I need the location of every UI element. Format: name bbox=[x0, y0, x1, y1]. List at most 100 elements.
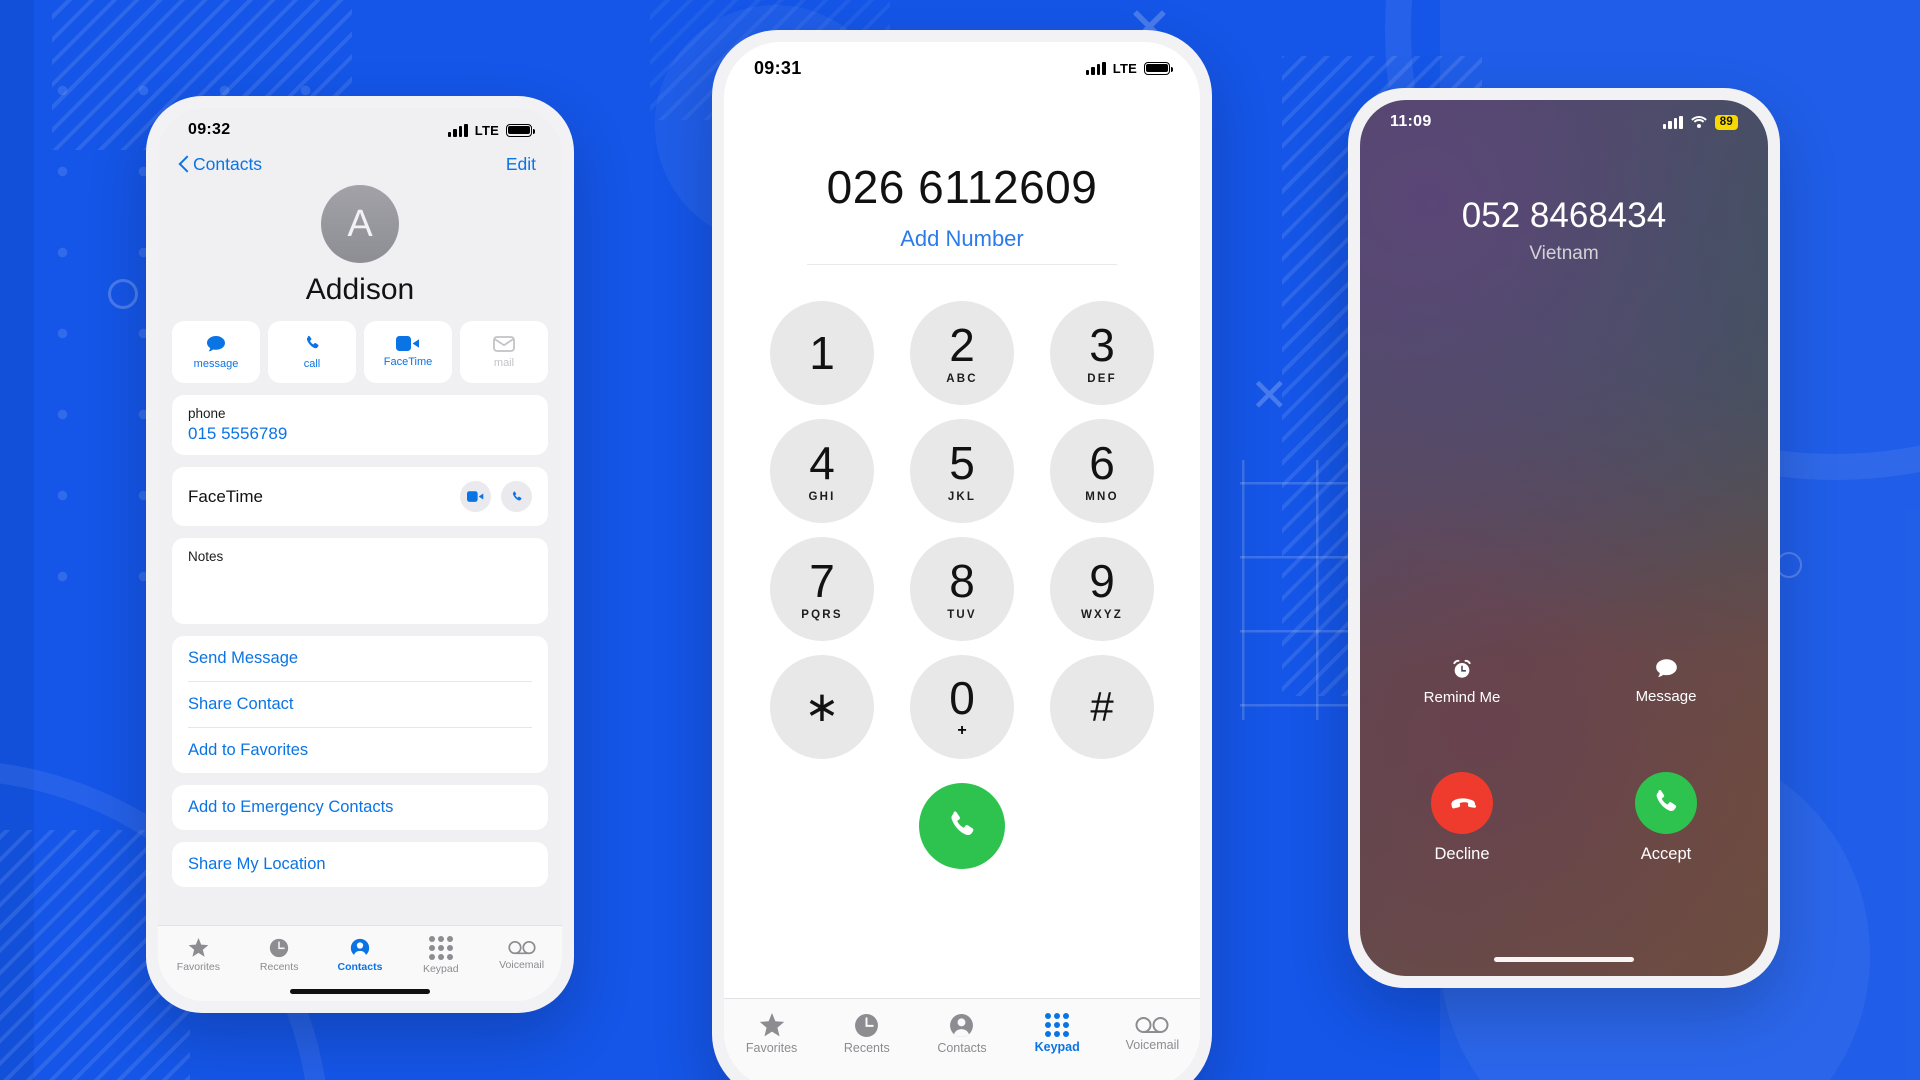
key-letters: TUV bbox=[947, 608, 977, 621]
send-message-link[interactable]: Send Message bbox=[188, 636, 532, 682]
add-to-favorites-link[interactable]: Add to Favorites bbox=[188, 728, 532, 773]
tab-label: Voicemail bbox=[1125, 1037, 1180, 1052]
phone-incoming-call: 11:09 89 052 8468434 Vietnam Remind Me M… bbox=[1348, 88, 1780, 988]
bg-ring-left bbox=[108, 279, 138, 309]
add-number-button[interactable]: Add Number bbox=[724, 226, 1200, 264]
voicemail-icon bbox=[508, 941, 536, 955]
key-2[interactable]: 2 ABC bbox=[910, 301, 1014, 405]
chevron-left-icon bbox=[178, 156, 189, 174]
facetime-label: FaceTime bbox=[188, 486, 263, 506]
star-icon bbox=[759, 1012, 784, 1036]
key-hash[interactable]: # bbox=[1050, 655, 1154, 759]
phone-field-value[interactable]: 015 5556789 bbox=[188, 424, 532, 444]
keypad-dots-icon bbox=[428, 936, 453, 960]
tab-label: Keypad bbox=[422, 963, 459, 975]
key-letters: + bbox=[957, 721, 967, 739]
action-mail-button[interactable]: mail bbox=[460, 321, 548, 383]
remind-me-button[interactable]: Remind Me bbox=[1360, 658, 1564, 706]
phone-field-card[interactable]: phone 015 5556789 bbox=[172, 395, 548, 455]
key-7[interactable]: 7 PQRS bbox=[770, 537, 874, 641]
phone-field-label: phone bbox=[188, 406, 226, 421]
key-digit: 3 bbox=[1089, 318, 1115, 371]
key-letters: MNO bbox=[1085, 490, 1119, 503]
star-icon bbox=[188, 938, 209, 957]
tab-favorites[interactable]: Favorites bbox=[724, 1012, 819, 1055]
decline-button-circle[interactable] bbox=[1431, 772, 1493, 834]
add-to-emergency-contacts-link[interactable]: Add to Emergency Contacts bbox=[188, 785, 532, 830]
notes-card[interactable]: Notes bbox=[172, 538, 548, 624]
facetime-video-button[interactable] bbox=[460, 481, 491, 512]
tab-label: Contacts bbox=[937, 1040, 987, 1055]
emergency-contacts-card: Add to Emergency Contacts bbox=[172, 785, 548, 830]
keypad-grid: 1 2 ABC 3 DEF 4 GHI 5 JKL 6 MNO 7 PQRS 8… bbox=[724, 301, 1200, 759]
quick-action-row: message call FaceTime mail bbox=[158, 307, 562, 383]
tab-keypad[interactable]: Keypad bbox=[1010, 1013, 1105, 1054]
edit-button[interactable]: Edit bbox=[506, 154, 536, 175]
status-time: 09:31 bbox=[754, 57, 802, 78]
tab-label: Recents bbox=[843, 1040, 890, 1055]
message-button[interactable]: Message bbox=[1564, 658, 1768, 706]
clock-icon bbox=[270, 938, 289, 958]
status-indicators: 89 bbox=[1662, 114, 1738, 130]
status-bar: 11:09 89 bbox=[1360, 100, 1768, 144]
back-to-contacts-button[interactable]: Contacts bbox=[178, 154, 262, 175]
keypad-dots-icon bbox=[1045, 1013, 1070, 1037]
accept-call-button[interactable]: Accept bbox=[1564, 772, 1768, 864]
caller-location: Vietnam bbox=[1529, 243, 1599, 264]
navigation-bar: Contacts Edit bbox=[158, 152, 562, 175]
cellular-bars-icon bbox=[447, 123, 468, 137]
video-camera-icon bbox=[396, 336, 419, 351]
tab-keypad[interactable]: Keypad bbox=[400, 936, 481, 975]
screen-contact-detail: 09:32 LTE Contacts Edit A Addison messag… bbox=[158, 108, 562, 1001]
share-contact-link[interactable]: Share Contact bbox=[188, 682, 532, 728]
key-digit: 8 bbox=[949, 554, 975, 607]
action-call-button[interactable]: call bbox=[268, 321, 356, 383]
status-time: 09:32 bbox=[188, 121, 231, 138]
action-facetime-button[interactable]: FaceTime bbox=[364, 321, 452, 383]
facetime-row: FaceTime bbox=[172, 467, 548, 526]
tab-contacts[interactable]: Contacts bbox=[914, 1013, 1009, 1055]
phone-icon bbox=[306, 335, 319, 349]
tab-contacts[interactable]: Contacts bbox=[320, 938, 401, 973]
tab-recents[interactable]: Recents bbox=[819, 1013, 914, 1055]
tab-recents[interactable]: Recents bbox=[239, 938, 320, 973]
action-message-button[interactable]: message bbox=[172, 321, 260, 383]
phone-icon bbox=[512, 490, 521, 501]
key-digit: 9 bbox=[1089, 554, 1115, 607]
status-bar: 09:31 LTE bbox=[724, 42, 1200, 94]
avatar: A bbox=[321, 185, 399, 263]
video-camera-icon bbox=[467, 491, 484, 502]
tab-voicemail[interactable]: Voicemail bbox=[481, 940, 562, 971]
accept-button-circle[interactable] bbox=[1635, 772, 1697, 834]
status-indicators: LTE bbox=[447, 122, 535, 138]
key-3[interactable]: 3 DEF bbox=[1050, 301, 1154, 405]
key-digit: 6 bbox=[1089, 436, 1115, 489]
tab-label: Favorites bbox=[176, 961, 220, 973]
facetime-actions bbox=[460, 481, 532, 512]
key-0[interactable]: 0 + bbox=[910, 655, 1014, 759]
key-4[interactable]: 4 GHI bbox=[770, 419, 874, 523]
share-my-location-link[interactable]: Share My Location bbox=[188, 842, 532, 887]
poster-canvas: ✕ ✕ 09:32 LTE Contacts Edit A bbox=[0, 0, 1920, 1080]
caller-number: 052 8468434 bbox=[1461, 196, 1667, 235]
tab-voicemail[interactable]: Voicemail bbox=[1105, 1016, 1200, 1052]
key-9[interactable]: 9 WXYZ bbox=[1050, 537, 1154, 641]
network-label: LTE bbox=[474, 122, 499, 138]
decline-call-button[interactable]: Decline bbox=[1360, 772, 1564, 864]
tab-favorites[interactable]: Favorites bbox=[158, 938, 239, 973]
key-1[interactable]: 1 bbox=[770, 301, 874, 405]
wifi-icon bbox=[1690, 116, 1708, 129]
key-letters: JKL bbox=[947, 490, 977, 503]
key-5[interactable]: 5 JKL bbox=[910, 419, 1014, 523]
facetime-audio-button[interactable] bbox=[501, 481, 532, 512]
call-button[interactable] bbox=[919, 783, 1005, 869]
key-digit: 4 bbox=[809, 436, 835, 489]
secondary-action-label: Message bbox=[1635, 688, 1697, 705]
bg-x-icon-mid: ✕ bbox=[1250, 369, 1289, 421]
phone-down-icon bbox=[1451, 798, 1477, 809]
key-6[interactable]: 6 MNO bbox=[1050, 419, 1154, 523]
key-star[interactable]: ∗ bbox=[770, 655, 874, 759]
voicemail-icon bbox=[1135, 1016, 1169, 1033]
key-8[interactable]: 8 TUV bbox=[910, 537, 1014, 641]
home-indicator bbox=[1494, 957, 1634, 962]
